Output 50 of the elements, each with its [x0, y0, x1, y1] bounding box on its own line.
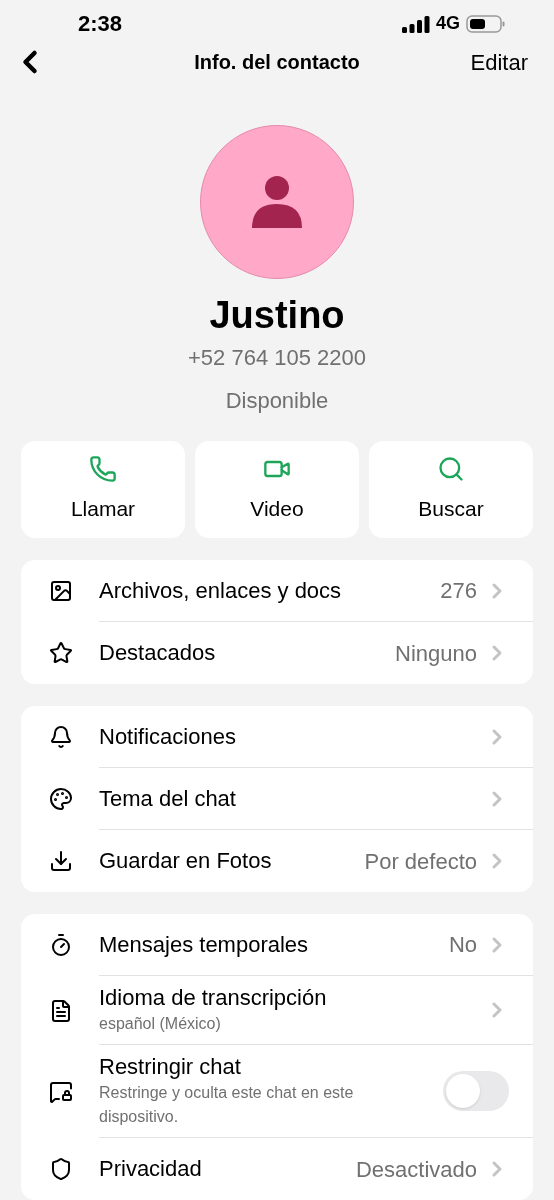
settings-row[interactable]: Restringir chat Restringe y oculta este chat en este dispositivo. — [21, 1045, 533, 1138]
document-icon — [49, 998, 73, 1023]
row-label: Privacidad — [99, 1155, 203, 1183]
row-label: Archivos, enlaces y docs — [99, 576, 343, 605]
bell-icon — [49, 725, 73, 749]
row-value: Por defecto — [364, 847, 477, 876]
row-label: Destacados — [99, 639, 217, 667]
star-icon — [49, 641, 73, 665]
settings-row[interactable]: Privacidad Desactivado — [21, 1138, 533, 1200]
settings-row[interactable]: Guardar en Fotos Por defecto — [21, 830, 533, 892]
settings-row[interactable]: Tema del chat — [21, 768, 533, 830]
screen-title: Info. del contacto — [194, 50, 360, 75]
row-label: Restringir chat — [99, 1053, 242, 1081]
toggle-switch[interactable] — [443, 1071, 509, 1111]
edit-button[interactable]: Editar — [470, 45, 528, 79]
settings-row[interactable]: Archivos, enlaces y docs 276 — [21, 560, 533, 622]
settings-row[interactable]: Idioma de transcripción español (México) — [21, 976, 533, 1045]
row-label: Mensajes temporales — [99, 930, 310, 959]
status-time: 2:38 — [78, 10, 123, 38]
phone-icon — [89, 454, 117, 483]
image-icon — [49, 579, 73, 603]
row-subtitle: Restringe y oculta este chat en este dispositivo. — [99, 1083, 355, 1127]
settings-row[interactable]: Notificaciones — [21, 706, 533, 768]
network-label: 4G — [436, 12, 460, 35]
contact-name: Justino — [209, 293, 345, 337]
row-subtitle: español (México) — [99, 1014, 222, 1034]
row-label: Notificaciones — [99, 722, 237, 751]
row-value: Desactivado — [355, 1155, 477, 1184]
row-label: Tema del chat — [99, 784, 237, 813]
palette-icon — [49, 787, 73, 811]
row-value: No — [448, 931, 477, 959]
timer-icon — [49, 933, 73, 957]
row-value: 276 — [440, 577, 477, 605]
shield-icon — [49, 1157, 73, 1181]
row-value: Ninguno — [395, 639, 477, 668]
action-button[interactable]: Buscar — [369, 441, 533, 538]
download-icon — [49, 849, 73, 873]
search-icon — [437, 454, 465, 483]
settings-row[interactable]: Mensajes temporales No — [21, 914, 533, 976]
lock-message-icon — [49, 1079, 73, 1104]
action-button[interactable]: Video — [195, 441, 359, 538]
settings-row[interactable]: Destacados Ninguno — [21, 622, 533, 684]
contact-phone: +52 764 105 2200 — [188, 344, 366, 372]
signal-icon — [402, 14, 430, 33]
action-button[interactable]: Llamar — [21, 441, 185, 538]
person-icon — [252, 176, 302, 228]
battery-icon — [466, 13, 506, 34]
contact-status: Disponible — [225, 387, 329, 415]
row-label: Idioma de transcripción — [99, 984, 328, 1012]
row-label: Guardar en Fotos — [99, 847, 273, 875]
